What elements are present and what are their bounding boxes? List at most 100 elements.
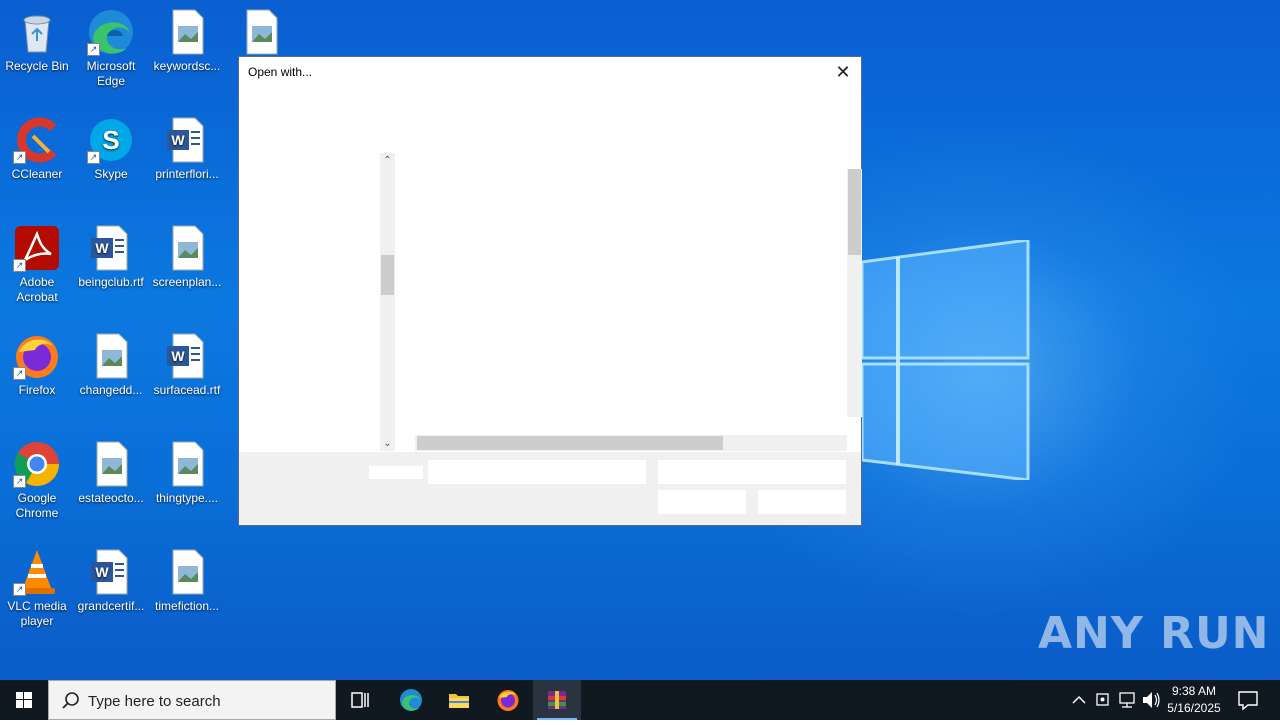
taskbar-winrar[interactable] (533, 680, 581, 720)
taskbar-edge[interactable] (387, 680, 435, 720)
clock-time: 9:38 AM (1171, 684, 1217, 698)
desktop-icon-changedd[interactable]: changedd... (74, 332, 148, 398)
footer-button-1[interactable] (658, 490, 746, 514)
dialog-title: Open with... (248, 65, 313, 79)
icon-label: changedd... (79, 383, 143, 397)
svg-text:W: W (171, 132, 185, 148)
anyrun-watermark: ANY RUN (1038, 608, 1270, 659)
windows-logo-wallpaper (862, 240, 1030, 480)
shortcut-arrow-icon: ↗ (13, 475, 26, 488)
shortcut-arrow-icon: ↗ (13, 583, 26, 596)
image-file-icon (163, 224, 211, 272)
desktop-icon-vlc[interactable]: ↗ VLC media player (0, 548, 74, 629)
taskbar-file-explorer[interactable] (435, 680, 483, 720)
desktop-icon-ccleaner[interactable]: ↗ CCleaner (0, 116, 74, 182)
desktop-icon-beingclub[interactable]: W beingclub.rtf (74, 224, 148, 290)
icon-label: surfacead.rtf (153, 383, 221, 397)
word-doc-icon: W (163, 332, 211, 380)
open-with-dialog: Open with... ✕ ⌃ ⌄ (238, 56, 862, 526)
taskbar-search-box[interactable]: Type here to search (48, 680, 336, 720)
icon-label: thingtype.... (155, 491, 219, 505)
close-icon[interactable]: ✕ (831, 61, 855, 83)
task-view-button[interactable] (336, 680, 384, 720)
icon-label: CCleaner (11, 167, 63, 181)
scrollbar-thumb[interactable] (381, 255, 394, 295)
desktop-icon-recycle-bin[interactable]: Recycle Bin (0, 8, 74, 74)
desktop: Recycle Bin ↗ CCleaner ↗ Adobe Acrobat ↗… (0, 0, 1280, 680)
word-doc-icon: W (163, 116, 211, 164)
shortcut-arrow-icon: ↗ (13, 367, 26, 380)
meet-now-icon (1096, 693, 1109, 706)
tray-network[interactable] (1116, 680, 1138, 720)
clock-date: 5/16/2025 (1167, 701, 1221, 715)
edge-icon: ↗ (87, 8, 135, 56)
svg-text:W: W (95, 240, 109, 256)
footer-dropdown[interactable] (658, 460, 846, 484)
desktop-icon-keywordsc[interactable]: keywordsc... (150, 8, 224, 74)
desktop-icon-surfacead[interactable]: W surfacead.rtf (150, 332, 224, 398)
desktop-icon-thingtype[interactable]: thingtype.... (150, 440, 224, 506)
taskbar-firefox[interactable] (484, 680, 532, 720)
file-explorer-icon (449, 694, 469, 708)
system-clock[interactable]: 9:38 AM 5/16/2025 (1164, 683, 1224, 717)
word-doc-icon: W (87, 224, 135, 272)
word-doc-icon: W (87, 548, 135, 596)
scrollbar-thumb[interactable] (417, 436, 723, 450)
desktop-icon-microsoft-edge[interactable]: ↗ Microsoft Edge (74, 8, 148, 89)
scroll-down-icon[interactable]: ⌄ (380, 436, 395, 451)
adobe-acrobat-icon: ↗ (13, 224, 61, 272)
footer-input[interactable] (428, 460, 646, 484)
scroll-up-icon[interactable]: ⌃ (380, 153, 395, 168)
edge-icon (400, 689, 422, 711)
chrome-icon: ↗ (13, 440, 61, 488)
desktop-icon-timefiction[interactable]: timefiction... (150, 548, 224, 614)
notification-icon (1238, 691, 1258, 711)
ccleaner-icon: ↗ (13, 116, 61, 164)
desktop-icon-screenplan[interactable]: screenplan... (150, 224, 224, 290)
desktop-icon-google-chrome[interactable]: ↗ Google Chrome (0, 440, 74, 521)
vlc-icon: ↗ (13, 548, 61, 596)
scrollbar-thumb[interactable] (848, 169, 861, 255)
tray-chevron[interactable] (1068, 680, 1090, 720)
icon-label: beingclub.rtf (78, 275, 144, 289)
right-vertical-scrollbar[interactable] (847, 169, 862, 417)
desktop-icon-estateocto[interactable]: estateocto... (74, 440, 148, 506)
desktop-icon-grandcertif[interactable]: W grandcertif... (74, 548, 148, 614)
desktop-icon-skype[interactable]: S ↗ Skype (74, 116, 148, 182)
shortcut-arrow-icon: ↗ (13, 151, 26, 164)
icon-label: grandcertif... (77, 599, 145, 613)
taskbar: Type here to search 9:38 AM 5/16/2025 (0, 680, 1280, 720)
tray-volume[interactable] (1140, 680, 1162, 720)
left-vertical-scrollbar[interactable]: ⌃ ⌄ (380, 153, 395, 451)
icon-label: Google Chrome (15, 491, 59, 520)
footer-button-2[interactable] (758, 490, 846, 514)
shortcut-arrow-icon: ↗ (87, 43, 100, 56)
icon-label: Firefox (18, 383, 56, 397)
firefox-icon: ↗ (13, 332, 61, 380)
recycle-bin-icon (13, 8, 61, 56)
desktop-icon-firefox[interactable]: ↗ Firefox (0, 332, 74, 398)
start-button[interactable] (0, 680, 48, 720)
desktop-icon-printerflori[interactable]: W printerflori... (150, 116, 224, 182)
icon-label: VLC media player (7, 599, 67, 628)
icon-label: Recycle Bin (5, 59, 69, 73)
desktop-icon-adobe-acrobat[interactable]: ↗ Adobe Acrobat (0, 224, 74, 305)
svg-text:S: S (102, 125, 119, 155)
action-center-button[interactable] (1234, 680, 1262, 720)
icon-label: Adobe Acrobat (16, 275, 58, 304)
image-file-icon (163, 548, 211, 596)
icon-label: estateocto... (78, 491, 144, 505)
icon-label: Skype (94, 167, 128, 181)
firefox-icon (497, 690, 519, 711)
volume-icon (1143, 692, 1160, 708)
horizontal-scrollbar[interactable] (415, 435, 847, 451)
image-file-icon (163, 440, 211, 488)
search-placeholder: Type here to search (88, 693, 221, 710)
icon-label: timefiction... (154, 599, 220, 613)
task-view-icon (351, 692, 369, 708)
dialog-footer (239, 452, 861, 525)
tray-meet-now[interactable] (1092, 680, 1114, 720)
chevron-up-icon (1072, 695, 1086, 704)
image-file-icon (87, 332, 135, 380)
search-icon (62, 692, 79, 709)
